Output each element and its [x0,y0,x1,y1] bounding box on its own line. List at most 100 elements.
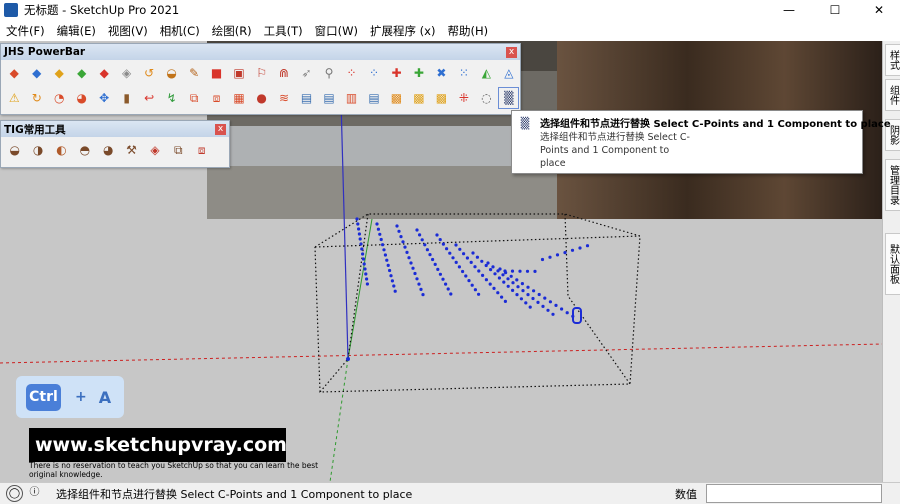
chevrons-icon[interactable]: ≋ [275,88,294,108]
dotted-circle-icon[interactable]: ◌ [477,88,496,108]
tig-tool-5-icon[interactable]: ◕ [98,140,118,160]
shape-icon[interactable]: ◔ [50,88,69,108]
geo-location-icon[interactable]: ◯ [6,485,23,502]
surface-green-icon[interactable]: ◆ [72,63,91,83]
maximize-button[interactable]: ☐ [812,0,858,20]
c-point [449,292,453,296]
square-outline-icon[interactable]: ▣ [230,63,249,83]
tig-toolbar-title: TIG常用工具 [4,123,66,136]
c-point [537,292,541,297]
arc-tool-icon[interactable]: ◒ [162,63,181,83]
cone-icon[interactable]: ◭ [477,63,496,83]
tig-tool-6-icon[interactable]: ⚒ [122,140,142,160]
tig-tool-1-icon[interactable]: ◒ [5,140,25,160]
bounding-box-top-edge [314,235,641,248]
sphere-icon[interactable]: ● [252,88,271,108]
c-point [510,269,515,273]
curve-orange-icon[interactable]: ↺ [140,63,159,83]
select-replace-icon[interactable]: ▒ [498,86,520,109]
cross-green-icon[interactable]: ✚ [409,63,428,83]
c-point [399,235,403,239]
surface-blue-icon[interactable]: ◆ [27,63,46,83]
box-3d-icon[interactable]: ▦ [230,88,249,108]
c-point [360,247,364,251]
menu-draw[interactable]: 绘图(R) [206,23,258,39]
menu-view[interactable]: 视图(V) [102,23,154,39]
cross-red-icon[interactable]: ✚ [387,63,406,83]
tig-tool-9-icon[interactable]: ⧈ [192,140,212,160]
menu-tools[interactable]: 工具(T) [258,23,309,39]
scatter-x-icon[interactable]: ⁜ [454,88,473,108]
tray-tab-manage[interactable]: 管理目录 [885,159,900,211]
bounding-box-front [314,213,641,393]
rotate-icon[interactable]: ↻ [27,88,46,108]
shape2-icon[interactable]: ◕ [72,88,91,108]
panel-c-icon[interactable]: ▥ [342,88,361,108]
grid-dots-icon[interactable]: ⁙ [454,63,473,83]
dotted-curve-icon[interactable]: ⁘ [364,63,383,83]
tig-tool-7-icon[interactable]: ◈ [145,140,165,160]
c-point [415,277,419,281]
c-point [438,272,442,276]
flag-icon[interactable]: ⚐ [252,63,271,83]
tray-tab-styles[interactable]: 样式 [885,44,900,76]
surface-gray-icon[interactable]: ◈ [117,63,136,83]
c-point [389,274,393,278]
square-orange-icon[interactable]: ▩ [409,88,428,108]
jhs-toolbar-header[interactable]: JHS PowerBar x [1,44,520,60]
c-point [554,303,558,307]
close-window-button[interactable]: ✕ [856,0,900,20]
box-push-icon[interactable]: ⧈ [207,88,226,108]
menu-extensions[interactable]: 扩展程序 (x) [364,23,441,39]
c-point [376,227,380,231]
cylinder-icon[interactable]: ▮ [117,88,136,108]
move-icon[interactable]: ✥ [95,88,114,108]
surface-yellow-icon[interactable]: ◆ [50,63,69,83]
panel-b-icon[interactable]: ▤ [319,88,338,108]
layers-icon[interactable]: ◬ [499,63,518,83]
tube-icon[interactable]: ➶ [297,63,316,83]
info-icon[interactable]: ⓘ [27,485,42,500]
paint-brush-icon[interactable]: ✎ [185,63,204,83]
minimize-button[interactable]: — [766,0,812,20]
menu-camera[interactable]: 相机(C) [154,23,206,39]
c-point [381,243,385,247]
tig-toolbar-header[interactable]: TIG常用工具 x [1,121,229,137]
blue-axis-line [340,100,349,360]
tig-tool-3-icon[interactable]: ◐ [51,140,71,160]
tig-toolbar-close-button[interactable]: x [215,123,226,135]
tig-tool-4-icon[interactable]: ◓ [75,140,95,160]
surface-red-icon[interactable]: ◆ [95,63,114,83]
pipe-icon[interactable]: ⚲ [319,63,338,83]
c-point [496,291,500,295]
x-blue-icon[interactable]: ✖ [432,63,451,83]
menu-file[interactable]: 文件(F) [0,23,51,39]
square-amber-icon[interactable]: ▩ [432,88,451,108]
panel-d-icon[interactable]: ▤ [364,88,383,108]
push-pull-plane-icon[interactable]: ◆ [5,63,24,83]
tray-tab-default[interactable]: 默认面板 [885,233,900,295]
menu-edit[interactable]: 编辑(E) [51,23,102,39]
c-point [438,238,442,242]
tig-tool-2-icon[interactable]: ◑ [28,140,48,160]
dotted-arc-icon[interactable]: ⁘ [342,63,361,83]
tray-tab-components[interactable]: 组件 [885,79,900,111]
box-split-icon[interactable]: ⧉ [185,88,204,108]
c-point [365,282,369,286]
menu-window[interactable]: 窗口(W) [309,23,364,39]
c-point [444,282,448,286]
c-point [448,251,452,255]
bend-icon[interactable]: ↯ [162,88,181,108]
c-point [506,284,510,288]
square-yellow-icon[interactable]: ▩ [387,88,406,108]
panel-a-icon[interactable]: ▤ [297,88,316,108]
warning-triangle-icon[interactable]: ⚠ [5,88,24,108]
magnet-icon[interactable]: ⋒ [275,63,294,83]
loop-icon[interactable]: ↩ [140,88,159,108]
menu-help[interactable]: 帮助(H) [441,23,494,39]
measurements-input[interactable] [706,484,882,503]
c-point [421,293,425,297]
jhs-toolbar-close-button[interactable]: x [506,46,517,58]
tig-tool-8-icon[interactable]: ⧉ [168,140,188,160]
square-red-icon[interactable]: ■ [207,63,226,83]
